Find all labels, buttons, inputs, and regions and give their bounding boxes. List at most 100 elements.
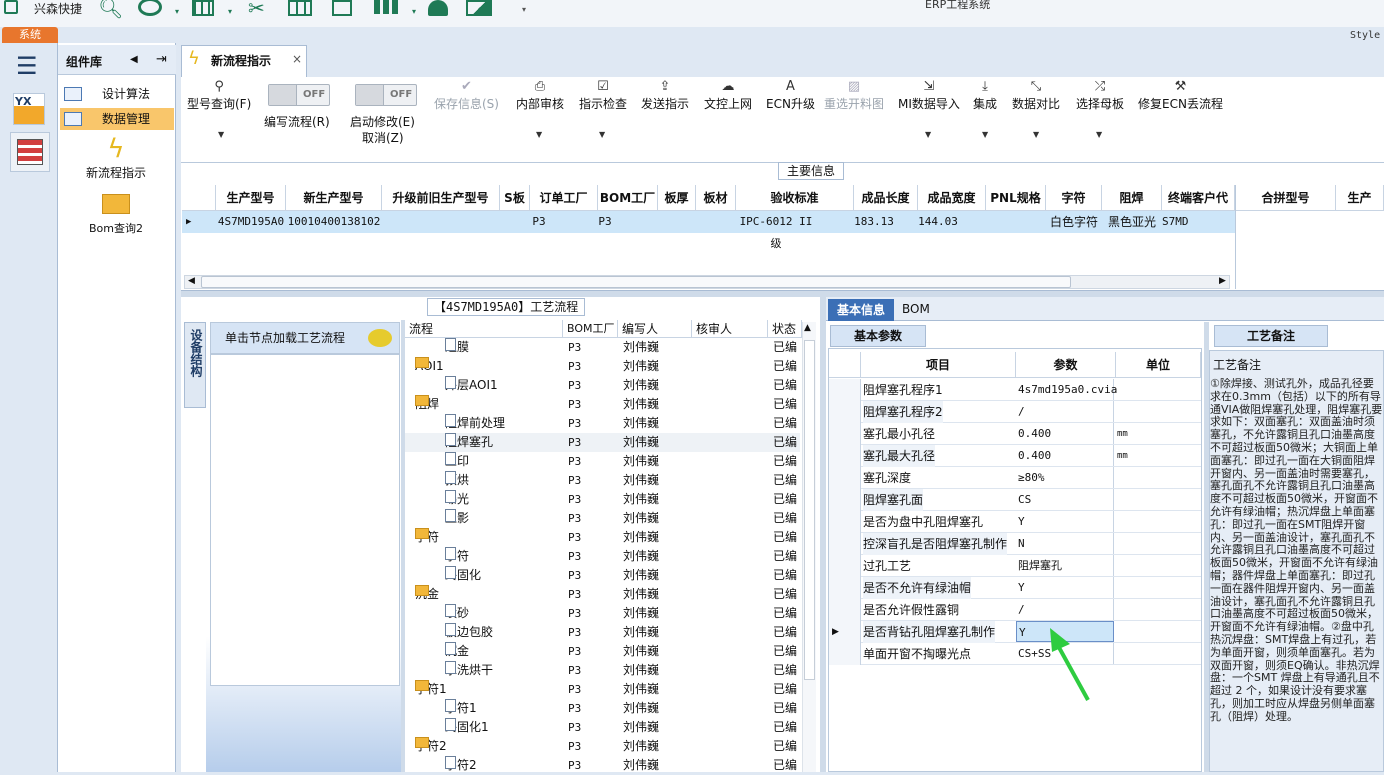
column-header[interactable]: 成品长度 [854, 185, 918, 211]
chevron-down-icon[interactable]: ▼ [982, 130, 988, 139]
tree-cell-author[interactable]: 刘伟巍 [623, 433, 659, 452]
tree-cell-bom[interactable]: P3 [568, 414, 581, 433]
column-header[interactable]: 成品宽度 [918, 185, 986, 211]
param-row[interactable]: 阻焊塞孔程序2 / [829, 401, 1201, 423]
column-header[interactable]: 板材 [696, 185, 736, 211]
integrate-button[interactable]: ⤓ 集成 [973, 79, 997, 112]
tree-row[interactable]: −阻焊 P3 刘伟巍 已编 [405, 395, 800, 414]
cell[interactable]: P3 [530, 211, 548, 233]
column-header[interactable]: 编写人 [618, 320, 692, 338]
row-header[interactable] [829, 643, 861, 665]
scissors-icon[interactable]: ✂ [248, 0, 265, 18]
tree-node[interactable]: −字符1 [415, 680, 447, 699]
column-header[interactable]: 项目 [861, 352, 1016, 378]
tree-cell-author[interactable]: 刘伟巍 [623, 357, 659, 376]
tree-cell-status[interactable]: 已编 [773, 661, 797, 680]
tree-row[interactable]: 阻焊前处理 P3 刘伟巍 已编 [405, 414, 800, 433]
tree-node[interactable]: 外层AOI1 [445, 376, 498, 395]
doc-control-online-button[interactable]: ☁ 文控上网 [704, 79, 752, 112]
tree-cell-bom[interactable]: P3 [568, 566, 581, 585]
tree-cell-bom[interactable]: P3 [568, 376, 581, 395]
tree-cell-status[interactable]: 已编 [773, 642, 797, 661]
row-header[interactable] [829, 467, 861, 489]
param-value[interactable]: / [1016, 599, 1114, 620]
tree-node[interactable]: 丝印 [445, 452, 469, 471]
arrow-left-icon[interactable]: ◀ [130, 54, 138, 65]
column-header[interactable]: 升级前旧生产型号 [382, 185, 500, 211]
tree-cell-bom[interactable]: P3 [568, 547, 581, 566]
tree-row[interactable]: 字符 P3 刘伟巍 已编 [405, 547, 800, 566]
tree-cell-author[interactable]: 刘伟巍 [623, 452, 659, 471]
column-header[interactable]: BOM工厂 [563, 320, 618, 338]
arrow-up-icon[interactable]: ▲ [804, 323, 811, 333]
column-header[interactable]: 参数 [1016, 352, 1116, 378]
repair-ecn-flow-button[interactable]: ⚒ 修复ECN丢流程 [1138, 79, 1223, 112]
tree-cell-status[interactable]: 已编 [773, 528, 797, 547]
column-header[interactable]: 生产型号 [216, 185, 286, 211]
start-modify-toggle[interactable]: OFF [355, 84, 417, 106]
tree-cell-status[interactable]: 已编 [773, 490, 797, 509]
row-header[interactable] [829, 401, 861, 423]
column-header[interactable]: 单位 [1116, 352, 1201, 378]
tree-cell-author[interactable]: 刘伟巍 [623, 718, 659, 737]
tree-node[interactable]: 终固化1 [445, 718, 489, 737]
tree-cell-author[interactable]: 刘伟巍 [623, 566, 659, 585]
tree-cell-status[interactable]: 已编 [773, 680, 797, 699]
row-header[interactable] [829, 533, 861, 555]
tree-row[interactable]: 字符1 P3 刘伟巍 已编 [405, 699, 800, 718]
tree-row[interactable]: −字符1 P3 刘伟巍 已编 [405, 680, 800, 699]
scrollbar-thumb[interactable] [804, 340, 815, 680]
tree-row[interactable]: 喷砂 P3 刘伟巍 已编 [405, 604, 800, 623]
tree-cell-author[interactable]: 刘伟巍 [623, 661, 659, 680]
menu-icon[interactable]: ☰ [16, 52, 38, 80]
column-header[interactable]: 状态 [768, 320, 802, 338]
row-header[interactable] [829, 511, 861, 533]
tree-cell-status[interactable]: 已编 [773, 547, 797, 566]
tree-row[interactable]: 预烘 P3 刘伟巍 已编 [405, 471, 800, 490]
row-header[interactable] [829, 599, 861, 621]
chevron-down-icon[interactable]: ▾ [228, 4, 232, 22]
tree-cell-bom[interactable]: P3 [568, 433, 581, 452]
column-header[interactable]: 流程 [405, 320, 563, 338]
save-info-button[interactable]: ✔ 保存信息(S) [434, 79, 499, 112]
tree-row[interactable]: −字符 P3 刘伟巍 已编 [405, 528, 800, 547]
tree-cell-bom[interactable]: P3 [568, 395, 581, 414]
tree-row[interactable]: 终固化1 P3 刘伟巍 已编 [405, 718, 800, 737]
param-row[interactable]: 过孔工艺 阻焊塞孔 [829, 555, 1201, 577]
tree-cell-status[interactable]: 已编 [773, 452, 797, 471]
row-header[interactable] [829, 423, 861, 445]
process-notes-text[interactable]: ①除焊接、测试孔外，成品孔径要求在0.3mm（包括）以下的所有导通VIA做阻焊塞… [1210, 378, 1384, 772]
tree-cell-bom[interactable]: P3 [568, 623, 581, 642]
cell[interactable]: 183.13 [854, 211, 894, 233]
search-icon[interactable]: 🔍︎ [98, 0, 123, 18]
tree-row[interactable]: 沉金 P3 刘伟巍 已编 [405, 642, 800, 661]
arrow-right-icon[interactable]: ▶ [1219, 276, 1226, 286]
row-header[interactable] [829, 555, 861, 577]
tree-cell-status[interactable]: 已编 [773, 718, 797, 737]
tree-node[interactable]: 显影 [445, 509, 469, 528]
cell[interactable]: 144.03 [918, 211, 958, 233]
ecn-upgrade-button[interactable]: A ECN升级 [766, 79, 815, 112]
chevron-down-icon[interactable]: ▼ [599, 130, 605, 139]
tree-cell-status[interactable]: 已编 [773, 623, 797, 642]
tree-node[interactable]: 预烘 [445, 471, 469, 490]
tree-cell-status[interactable]: 已编 [773, 699, 797, 718]
tree-cell-author[interactable]: 刘伟巍 [623, 642, 659, 661]
tree-cell-status[interactable]: 已编 [773, 756, 797, 775]
chevron-down-icon[interactable]: ▼ [1096, 130, 1102, 139]
column-header[interactable]: 验收标准 [736, 185, 854, 211]
tree-cell-status[interactable]: 已编 [773, 338, 797, 357]
tree-row[interactable]: 板边包胶 P3 刘伟巍 已编 [405, 623, 800, 642]
scrollbar-thumb[interactable] [201, 276, 1071, 288]
factory-icon[interactable]: YX [13, 93, 45, 125]
chevron-down-icon[interactable]: ▼ [218, 130, 224, 139]
cell[interactable]: P3 [598, 211, 612, 233]
param-row[interactable]: 是否为盘中孔阻焊塞孔 Y [829, 511, 1201, 533]
tree-node[interactable]: 阻焊塞孔 [445, 433, 493, 452]
write-flow-toggle[interactable]: OFF [268, 84, 330, 106]
tree-node[interactable]: 曝光 [445, 490, 469, 509]
copy-icon[interactable] [332, 0, 352, 16]
tree-cell-author[interactable]: 刘伟巍 [623, 528, 659, 547]
param-value[interactable]: 0.400 [1016, 423, 1114, 444]
calculator-nav-button[interactable] [10, 132, 50, 172]
